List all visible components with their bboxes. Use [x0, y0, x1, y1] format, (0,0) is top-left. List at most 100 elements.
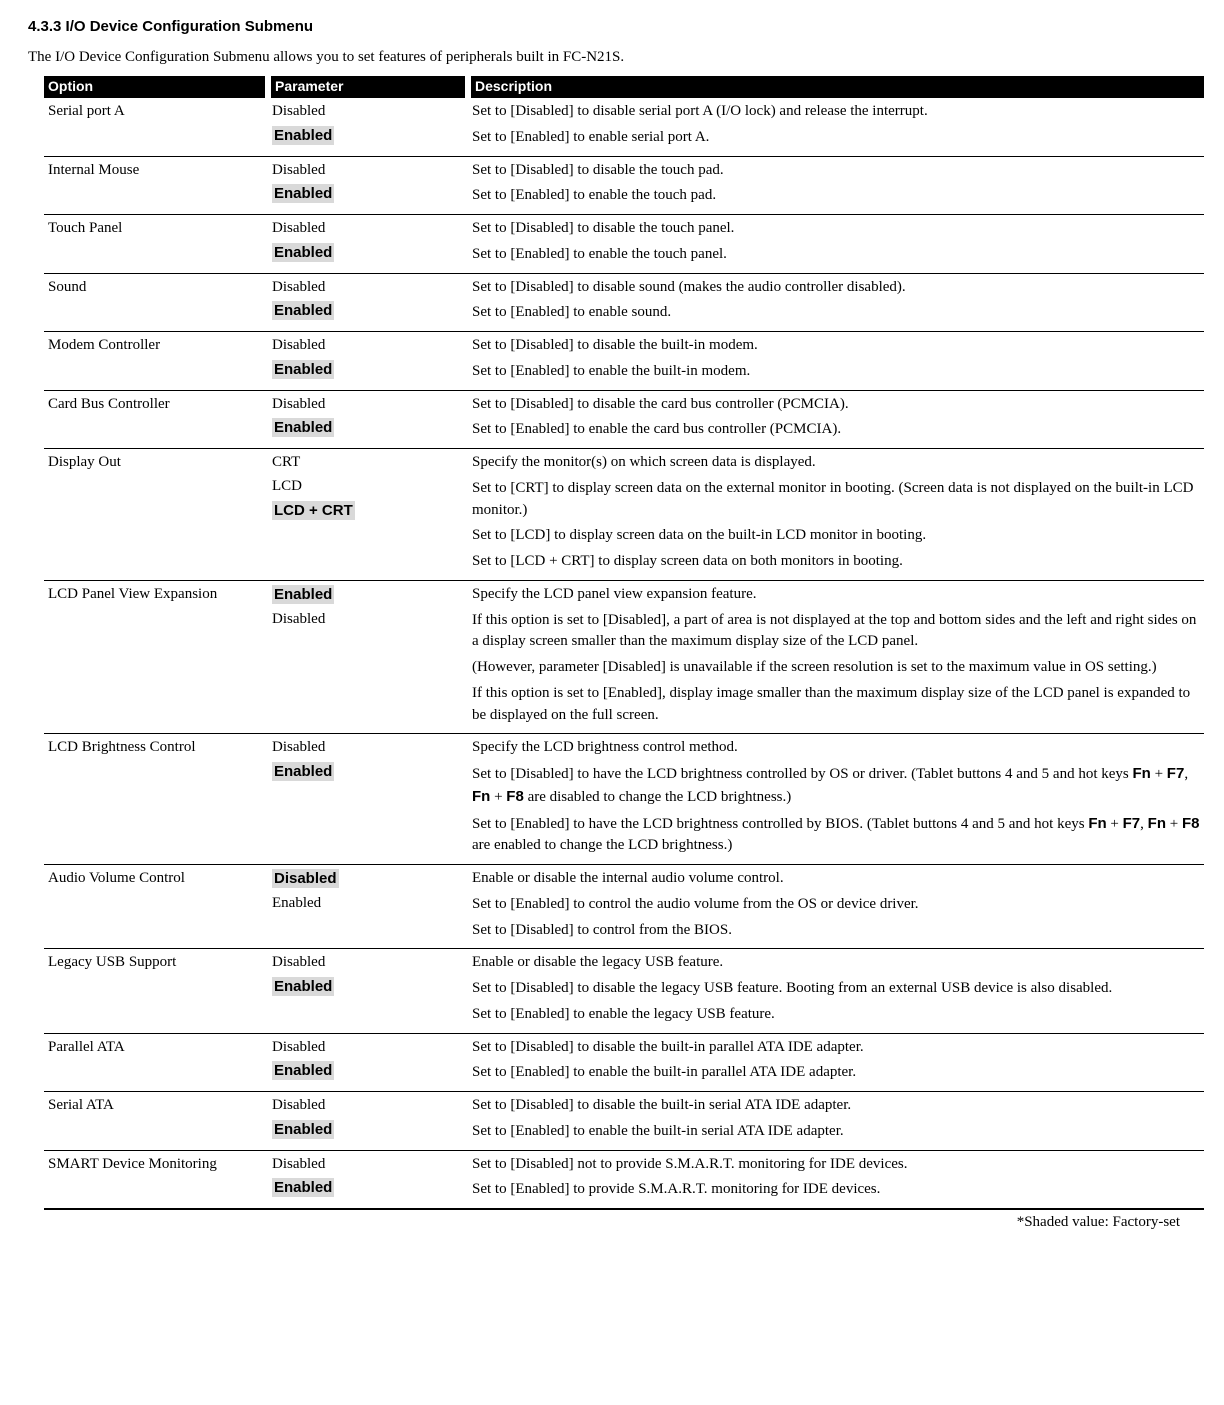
description-line: If this option is set to [Disabled], a p… — [472, 610, 1200, 654]
description-line: Enable or disable the legacy USB feature… — [472, 952, 1200, 974]
option-cell: Card Bus Controller — [44, 390, 268, 449]
parameter-value: Disabled — [272, 609, 464, 631]
parameter-value: Enabled — [272, 242, 464, 265]
parameter-shaded: Enabled — [272, 126, 334, 145]
parameter-value: Enabled — [272, 183, 464, 206]
table-header-row: Option Parameter Description — [44, 76, 1204, 98]
description-line: Specify the monitor(s) on which screen d… — [472, 452, 1200, 474]
parameter-value: Disabled — [272, 1154, 464, 1176]
description-line: Set to [Enabled] to enable the touch pan… — [472, 244, 1200, 266]
description-line: Set to [Enabled] to enable the built-in … — [472, 1121, 1200, 1143]
section-heading: 4.3.3 I/O Device Configuration Submenu — [28, 18, 1210, 35]
description-cell: Enable or disable the internal audio vol… — [468, 865, 1204, 949]
parameter-value: Disabled — [272, 277, 464, 299]
option-cell: Legacy USB Support — [44, 949, 268, 1033]
parameter-value: Enabled — [272, 761, 464, 784]
option-cell: LCD Brightness Control — [44, 734, 268, 865]
description-line: If this option is set to [Enabled], disp… — [472, 683, 1200, 727]
parameter-cell: DisabledEnabled — [268, 865, 468, 949]
description-line: Set to [Disabled] to disable the built-i… — [472, 335, 1200, 357]
table-row: Display OutCRTLCDLCD + CRTSpecify the mo… — [44, 449, 1204, 581]
description-cell: Specify the LCD panel view expansion fea… — [468, 580, 1204, 734]
parameter-shaded: Enabled — [272, 301, 334, 320]
parameter-value: Disabled — [272, 101, 464, 123]
description-line: Set to [Enabled] to have the LCD brightn… — [472, 813, 1200, 858]
option-cell: SMART Device Monitoring — [44, 1150, 268, 1209]
description-line: Set to [Enabled] to enable the touch pad… — [472, 185, 1200, 207]
parameter-value: Disabled — [272, 737, 464, 759]
option-cell: Serial port A — [44, 98, 268, 157]
table-row: Serial port ADisabled Enabled Set to [Disa… — [44, 98, 1204, 157]
parameter-shaded: Enabled — [272, 762, 334, 781]
description-line: Set to [Disabled] to disable sound (make… — [472, 277, 1200, 299]
parameter-shaded: Enabled — [272, 585, 334, 604]
description-line: Set to [Enabled] to enable the card bus … — [472, 419, 1200, 441]
description-cell: Set to [Disabled] to disable the built-i… — [468, 332, 1204, 391]
description-cell: Set to [Disabled] to disable sound (make… — [468, 273, 1204, 332]
description-cell: Set to [Disabled] to disable the touch p… — [468, 156, 1204, 215]
parameter-shaded: Enabled — [272, 184, 334, 203]
option-cell: Sound — [44, 273, 268, 332]
parameter-value: CRT — [272, 452, 464, 474]
description-line: Specify the LCD brightness control metho… — [472, 737, 1200, 759]
col-parameter: Parameter — [268, 76, 468, 98]
parameter-value: Disabled — [272, 952, 464, 974]
parameter-cell: Disabled Enabled — [268, 1150, 468, 1209]
description-cell: Set to [Disabled] to disable serial port… — [468, 98, 1204, 157]
parameter-cell: Disabled Enabled — [268, 156, 468, 215]
parameter-value: Enabled — [272, 584, 464, 607]
description-cell: Specify the LCD brightness control metho… — [468, 734, 1204, 865]
table-row: LCD Panel View ExpansionEnabledDisabledS… — [44, 580, 1204, 734]
parameter-value: LCD + CRT — [272, 500, 464, 523]
parameter-value: Enabled — [272, 976, 464, 999]
parameter-shaded: Enabled — [272, 1061, 334, 1080]
parameter-shaded: Disabled — [272, 869, 339, 888]
table-row: Internal MouseDisabled Enabled Set to [Dis… — [44, 156, 1204, 215]
parameter-value: Enabled — [272, 359, 464, 382]
option-cell: Modem Controller — [44, 332, 268, 391]
parameter-cell: Disabled Enabled — [268, 1092, 468, 1151]
table-row: Parallel ATADisabledEnabledSet to [Disab… — [44, 1033, 1204, 1092]
table-row: Modem ControllerDisabledEnabledSet to [D… — [44, 332, 1204, 391]
parameter-value: Disabled — [272, 160, 464, 182]
parameter-cell: Disabled Enabled — [268, 1033, 468, 1092]
parameter-value: Enabled — [272, 300, 464, 323]
option-cell: Touch Panel — [44, 215, 268, 274]
parameter-value: Disabled — [272, 1095, 464, 1117]
table-row: Card Bus ControllerDisabledEnabledSet to… — [44, 390, 1204, 449]
parameter-cell: DisabledEnabled — [268, 949, 468, 1033]
table-row: Serial ATADisabledEnabledSet to [Disable… — [44, 1092, 1204, 1151]
parameter-shaded: Enabled — [272, 1178, 334, 1197]
parameter-cell: DisabledEnabled — [268, 215, 468, 274]
parameter-value: Disabled — [272, 868, 464, 891]
col-option: Option — [44, 76, 268, 98]
description-cell: Set to [Disabled] to disable the built-i… — [468, 1033, 1204, 1092]
description-line: Set to [Enabled] to control the audio vo… — [472, 894, 1200, 916]
parameter-cell: DisabledEnabled — [268, 390, 468, 449]
description-line: Set to [Enabled] to enable sound. — [472, 302, 1200, 324]
option-cell: Internal Mouse — [44, 156, 268, 215]
description-line: Set to [Disabled] not to provide S.M.A.R… — [472, 1154, 1200, 1176]
description-line: (However, parameter [Disabled] is unavai… — [472, 657, 1200, 679]
parameter-shaded: Enabled — [272, 418, 334, 437]
parameter-value: Disabled — [272, 335, 464, 357]
col-description: Description — [468, 76, 1204, 98]
table-row: Audio Volume ControlDisabledEnabledEnabl… — [44, 865, 1204, 949]
description-line: Set to [Enabled] to enable the legacy US… — [472, 1004, 1200, 1026]
parameter-cell: Enabled Disabled — [268, 580, 468, 734]
description-line: Set to [Enabled] to enable the built-in … — [472, 361, 1200, 383]
parameter-cell: CRTLCDLCD + CRT — [268, 449, 468, 581]
description-line: Set to [Enabled] to enable the built-in … — [472, 1062, 1200, 1084]
description-line: Set to [Disabled] to control from the BI… — [472, 920, 1200, 942]
parameter-value: Enabled — [272, 417, 464, 440]
config-table: Option Parameter Description Serial port… — [44, 76, 1204, 1210]
footnote: *Shaded value: Factory-set — [14, 1214, 1180, 1231]
parameter-shaded: Enabled — [272, 1120, 334, 1139]
description-line: Set to [Disabled] to disable the built-i… — [472, 1037, 1200, 1059]
parameter-value: Disabled — [272, 1037, 464, 1059]
parameter-cell: Disabled Enabled — [268, 98, 468, 157]
parameter-cell: DisabledEnabled — [268, 332, 468, 391]
description-cell: Set to [Disabled] not to provide S.M.A.R… — [468, 1150, 1204, 1209]
description-cell: Specify the monitor(s) on which screen d… — [468, 449, 1204, 581]
option-cell: Serial ATA — [44, 1092, 268, 1151]
